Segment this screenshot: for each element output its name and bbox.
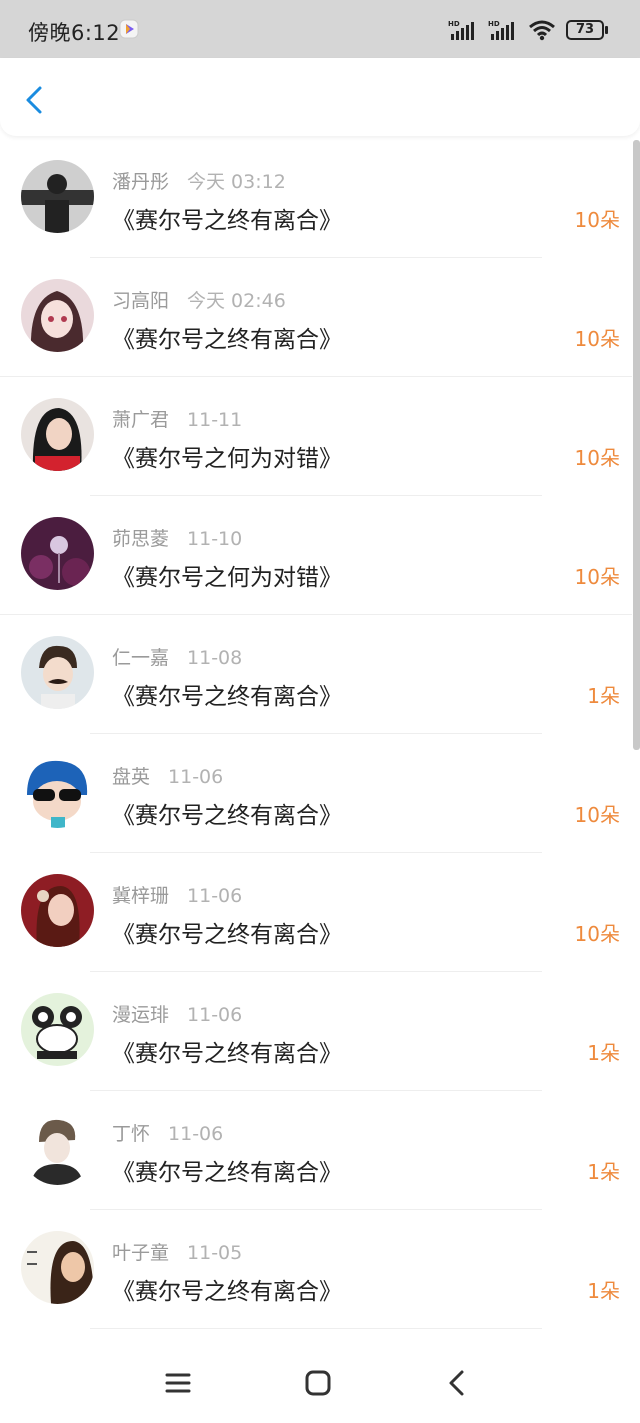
user-name: 习高阳 [112, 290, 170, 312]
record-time: 11-11 [187, 409, 243, 431]
book-title: 《赛尔号之终有离合》 [112, 327, 342, 353]
list-item[interactable]: 潘丹彤 今天 03:12 《赛尔号之终有离合》 10朵 [0, 139, 632, 258]
record-time: 今天 02:46 [187, 290, 286, 312]
record-time: 11-06 [168, 1123, 224, 1145]
gift-amount: 10朵 [574, 446, 620, 470]
home-icon[interactable] [301, 1366, 335, 1400]
avatar [21, 1112, 94, 1185]
header-bar [0, 58, 640, 136]
list-item[interactable]: 习高阳 今天 02:46 《赛尔号之终有离合》 10朵 [0, 258, 632, 377]
list-item[interactable]: 萧广君 11-11 《赛尔号之何为对错》 10朵 [0, 377, 632, 496]
book-title: 《赛尔号之何为对错》 [112, 565, 342, 591]
gift-amount: 10朵 [574, 327, 620, 351]
user-name: 漫运琲 [112, 1004, 170, 1026]
list-item[interactable]: 盘英 11-06 《赛尔号之终有离合》 10朵 [0, 734, 632, 853]
book-title: 《赛尔号之终有离合》 [112, 1041, 342, 1067]
gift-amount: 1朵 [587, 1279, 620, 1303]
gift-amount: 10朵 [574, 922, 620, 946]
record-time: 今天 03:12 [187, 171, 286, 193]
gift-amount: 1朵 [587, 1041, 620, 1065]
divider [90, 1328, 542, 1329]
book-title: 《赛尔号之终有离合》 [112, 803, 342, 829]
battery-icon: 73 [566, 20, 608, 40]
book-title: 《赛尔号之终有离合》 [112, 1279, 342, 1305]
avatar [21, 279, 94, 352]
avatar [21, 398, 94, 471]
record-time: 11-06 [187, 885, 243, 907]
list-item[interactable]: 叶子童 11-05 《赛尔号之终有离合》 1朵 [0, 1210, 632, 1329]
svg-text:HD: HD [448, 20, 460, 28]
battery-level: 73 [575, 22, 595, 37]
status-bar: 傍晚6:12 HD HD 73 [0, 0, 640, 58]
svg-text:HD: HD [488, 20, 500, 28]
record-time: 11-06 [187, 1004, 243, 1026]
avatar [21, 160, 94, 233]
gift-amount: 10朵 [574, 803, 620, 827]
book-title: 《赛尔号之终有离合》 [112, 208, 342, 234]
user-name: 丁怀 [112, 1123, 151, 1145]
avatar [21, 993, 94, 1066]
chevron-left-icon[interactable] [14, 80, 54, 120]
status-icons: HD HD 73 [448, 17, 608, 43]
user-name: 茆思菱 [112, 528, 170, 550]
app-notification-icon [119, 19, 139, 39]
avatar [21, 517, 94, 590]
book-title: 《赛尔号之终有离合》 [112, 1160, 342, 1186]
user-name: 萧广君 [112, 409, 170, 431]
gift-amount: 10朵 [574, 565, 620, 589]
gift-amount: 10朵 [574, 208, 620, 232]
wifi-icon [529, 20, 555, 41]
list-item[interactable]: 茆思菱 11-10 《赛尔号之何为对错》 10朵 [0, 496, 632, 615]
list-item[interactable]: 冀梓珊 11-06 《赛尔号之终有离合》 10朵 [0, 853, 632, 972]
record-time: 11-05 [187, 1242, 243, 1264]
signal-hd-icon-2: HD [488, 20, 514, 40]
user-name: 冀梓珊 [112, 885, 170, 907]
record-time: 11-06 [168, 766, 224, 788]
user-name: 盘英 [112, 766, 151, 788]
avatar [21, 1231, 94, 1304]
signal-hd-icon: HD [448, 20, 474, 40]
menu-icon[interactable] [161, 1366, 195, 1400]
avatar [21, 755, 94, 828]
system-nav-bar [0, 1340, 640, 1423]
list-item[interactable]: 漫运琲 11-06 《赛尔号之终有离合》 1朵 [0, 972, 632, 1091]
book-title: 《赛尔号之终有离合》 [112, 922, 342, 948]
user-name: 仁一嘉 [112, 647, 170, 669]
gift-amount: 1朵 [587, 684, 620, 708]
avatar [21, 874, 94, 947]
book-title: 《赛尔号之何为对错》 [112, 446, 342, 472]
record-time: 11-08 [187, 647, 243, 669]
scrollbar[interactable] [633, 140, 640, 750]
list-item[interactable]: 丁怀 11-06 《赛尔号之终有离合》 1朵 [0, 1091, 632, 1210]
avatar [21, 636, 94, 709]
back-icon[interactable] [440, 1366, 474, 1400]
user-name: 叶子童 [112, 1242, 170, 1264]
record-time: 11-10 [187, 528, 243, 550]
book-title: 《赛尔号之终有离合》 [112, 684, 342, 710]
list-item[interactable]: 仁一嘉 11-08 《赛尔号之终有离合》 1朵 [0, 615, 632, 734]
gift-amount: 1朵 [587, 1160, 620, 1184]
user-name: 潘丹彤 [112, 171, 170, 193]
status-time: 傍晚6:12 [28, 21, 121, 45]
